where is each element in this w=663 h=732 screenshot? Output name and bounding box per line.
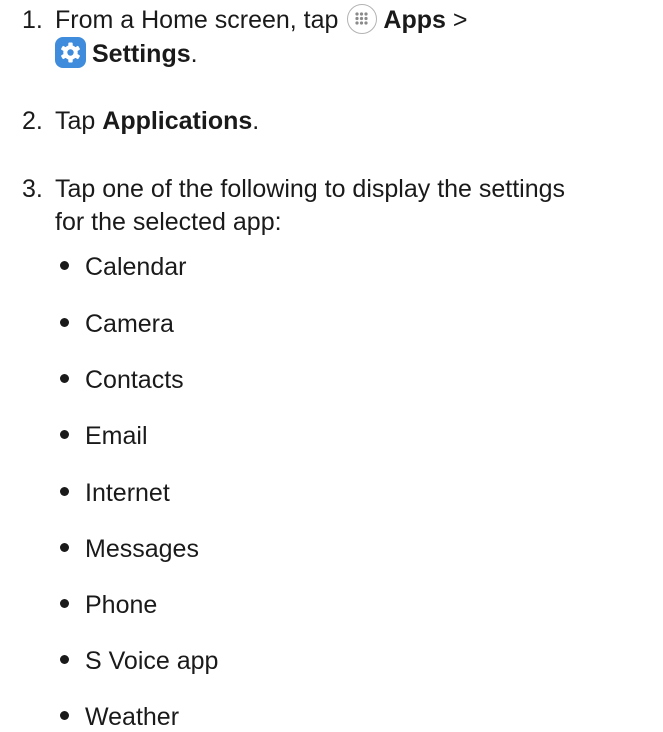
step-number: 1. — [22, 6, 43, 34]
bullet-icon — [60, 261, 69, 270]
step-number: 2. — [22, 107, 43, 135]
step-3-line-1: Tap one of the following to display the … — [55, 175, 566, 203]
list-item: Phone — [60, 590, 157, 620]
bullet-icon — [60, 374, 69, 383]
list-item: Camera — [60, 309, 174, 339]
list-item: Calendar — [60, 252, 186, 282]
list-item-label: Contacts — [85, 366, 184, 394]
bullet-icon — [60, 487, 69, 496]
bullet-icon — [60, 711, 69, 720]
list-item-label: Internet — [85, 479, 170, 507]
separator: > — [452, 6, 468, 34]
step-text: Tap one of the following to display the … — [55, 173, 655, 239]
bullet-icon — [60, 430, 69, 439]
list-item: Messages — [60, 534, 199, 564]
apps-label: Apps — [383, 6, 446, 34]
list-item-label: Messages — [85, 535, 199, 563]
list-item: S Voice app — [60, 646, 218, 676]
list-item-label: Calendar — [85, 253, 187, 281]
applications-label: Applications — [102, 107, 253, 135]
settings-label: Settings — [92, 40, 191, 68]
settings-gear-icon — [55, 37, 86, 68]
list-item-label: S Voice app — [85, 647, 219, 675]
list-item-label: Phone — [85, 591, 158, 619]
period: . — [190, 40, 198, 68]
apps-grid-icon — [347, 4, 378, 34]
step-2-text: Tap — [55, 107, 96, 135]
list-item-label: Email — [85, 422, 148, 450]
list-item: Weather — [60, 702, 179, 732]
bullet-icon — [60, 599, 69, 608]
step-number: 3. — [22, 175, 43, 203]
bullet-icon — [60, 543, 69, 552]
list-item-label: Camera — [85, 310, 174, 338]
list-item-label: Weather — [85, 703, 180, 731]
step-text: Tap Applications. — [55, 105, 655, 138]
step-3-line-2: for the selected app: — [55, 208, 282, 236]
list-item: Email — [60, 421, 148, 451]
step-1-text: From a Home screen, tap — [55, 6, 339, 34]
list-item: Contacts — [60, 365, 184, 395]
period: . — [252, 107, 260, 135]
step-text: From a Home screen, tap Apps > Settings. — [55, 4, 655, 71]
bullet-icon — [60, 655, 69, 664]
bullet-icon — [60, 318, 69, 327]
list-item: Internet — [60, 478, 170, 508]
